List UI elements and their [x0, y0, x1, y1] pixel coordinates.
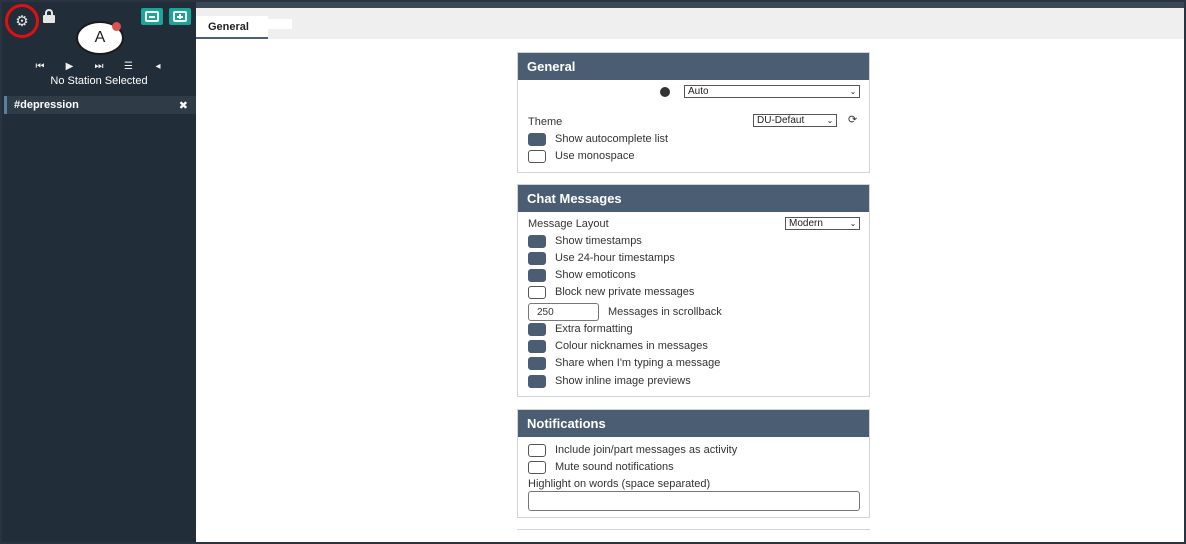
chevron-down-icon: ⌄ [826, 116, 834, 125]
status-dot [112, 22, 121, 31]
general-title: General [518, 53, 869, 80]
share-typing-row[interactable]: Share when I'm typing a message [528, 355, 859, 371]
emoticons-row[interactable]: Show emoticons [528, 267, 859, 283]
previous-icon[interactable]: ⏮ [32, 60, 48, 74]
scrollback-input[interactable]: 250 [528, 303, 599, 321]
tab-placeholder [268, 19, 292, 29]
layout-label: Message Layout [528, 218, 609, 230]
extra-formatting-checkbox[interactable] [528, 322, 546, 336]
notifications-title: Notifications [518, 410, 869, 437]
lock-icon[interactable] [43, 9, 55, 23]
notifications-panel: Notifications Include join/part messages… [517, 409, 870, 518]
join-part-label: Include join/part messages as activity [555, 444, 738, 456]
language-value: Auto [688, 86, 709, 97]
block-private-label: Block new private messages [555, 286, 695, 298]
channel-item-depression[interactable]: #depression ✖ [4, 96, 196, 114]
next-icon[interactable]: ⏭ [91, 60, 107, 74]
theme-value: DU-Defaut [757, 115, 805, 126]
colour-nicknames-label: Colour nicknames in messages [555, 340, 708, 352]
highlight-label: Highlight on words (space separated) [528, 478, 711, 490]
join-part-checkbox[interactable] [528, 443, 546, 457]
channel-name: #depression [14, 99, 79, 111]
station-status: No Station Selected [50, 75, 148, 87]
highlight-input[interactable] [528, 491, 860, 511]
autocomplete-label: Show autocomplete list [555, 133, 669, 145]
scrollback-row: 250 Messages in scrollback [528, 302, 859, 322]
settings-button[interactable]: ⚙ [5, 4, 39, 38]
extra-formatting-row[interactable]: Extra formatting [528, 321, 859, 337]
close-icon[interactable]: ✖ [179, 99, 188, 112]
globe-icon [660, 87, 670, 97]
chevron-down-icon: ⌄ [849, 219, 857, 228]
block-private-row[interactable]: Block new private messages [528, 284, 859, 300]
24h-label: Use 24-hour timestamps [555, 252, 675, 264]
monospace-row[interactable]: Use monospace [528, 148, 859, 164]
24h-checkbox[interactable] [528, 251, 546, 265]
general-panel: General Auto ⌄ Theme DU-Defaut ⌄ ⟳ Show … [517, 52, 870, 173]
block-private-checkbox[interactable] [528, 285, 546, 299]
chat-messages-title: Chat Messages [518, 185, 869, 212]
layout-select[interactable]: Modern ⌄ [785, 217, 860, 230]
sidebar: ⚙ A ⏮ ▶ ⏭ ☰ ◂ No Station Selected #depre… [2, 2, 196, 542]
join-part-row[interactable]: Include join/part messages as activity [528, 442, 859, 458]
monospace-label: Use monospace [555, 150, 635, 162]
refresh-icon[interactable]: ⟳ [848, 113, 857, 126]
inline-images-checkbox[interactable] [528, 374, 546, 388]
language-select[interactable]: Auto ⌄ [684, 85, 860, 98]
mute-sound-row[interactable]: Mute sound notifications [528, 459, 859, 475]
extra-formatting-label: Extra formatting [555, 323, 633, 335]
add-button[interactable] [169, 8, 191, 25]
autocomplete-row[interactable]: Show autocomplete list [528, 131, 859, 147]
avatar[interactable]: A [76, 21, 124, 55]
highlight-label-row: Highlight on words (space separated) [528, 476, 859, 492]
24h-row[interactable]: Use 24-hour timestamps [528, 250, 859, 266]
mute-sound-checkbox[interactable] [528, 460, 546, 474]
theme-row: Theme [528, 114, 562, 130]
timestamps-row[interactable]: Show timestamps [528, 233, 859, 249]
volume-icon[interactable]: ◂ [150, 60, 166, 74]
timestamps-checkbox[interactable] [528, 234, 546, 248]
share-typing-label: Share when I'm typing a message [555, 357, 721, 369]
media-controls: ⏮ ▶ ⏭ ☰ ◂ [32, 60, 166, 74]
colour-nicknames-row[interactable]: Colour nicknames in messages [528, 338, 859, 354]
autocomplete-checkbox[interactable] [528, 132, 546, 146]
monospace-checkbox[interactable] [528, 149, 546, 163]
emoticons-checkbox[interactable] [528, 268, 546, 282]
play-icon[interactable]: ▶ [62, 60, 78, 74]
layout-value: Modern [789, 218, 823, 229]
timestamps-label: Show timestamps [555, 235, 642, 247]
section-divider [517, 529, 870, 530]
plus-square-icon [173, 11, 187, 22]
theme-select[interactable]: DU-Defaut ⌄ [753, 114, 837, 127]
tab-general[interactable]: General [196, 16, 268, 39]
playlist-icon[interactable]: ☰ [121, 60, 137, 74]
inline-images-label: Show inline image previews [555, 375, 691, 387]
scrollback-label: Messages in scrollback [608, 306, 722, 318]
chevron-down-icon: ⌄ [849, 87, 857, 96]
chat-messages-panel: Chat Messages Message Layout Modern ⌄ Sh… [517, 184, 870, 397]
colour-nicknames-checkbox[interactable] [528, 339, 546, 353]
inline-images-row[interactable]: Show inline image previews [528, 373, 859, 389]
minimize-button[interactable] [141, 8, 163, 25]
mute-sound-label: Mute sound notifications [555, 461, 674, 473]
tab-bar: General [196, 8, 1184, 39]
theme-label: Theme [528, 116, 563, 128]
gear-icon: ⚙ [15, 11, 29, 30]
emoticons-label: Show emoticons [555, 269, 636, 281]
minus-square-icon [145, 11, 159, 22]
share-typing-checkbox[interactable] [528, 356, 546, 370]
